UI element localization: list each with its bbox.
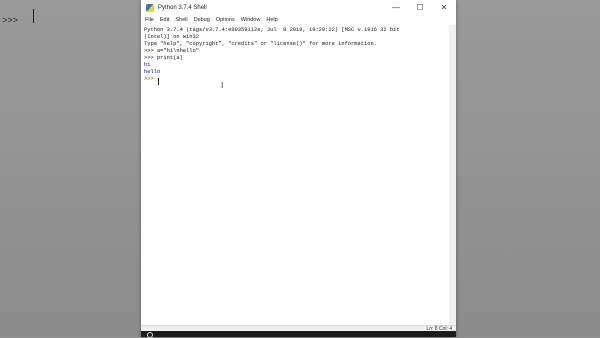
shell-line: (Intel)] on win32 <box>144 34 199 40</box>
shell-text-area[interactable]: Python 3.7.4 (tags/v3.7.4:e09359112e, Ju… <box>141 25 449 327</box>
python-app-icon <box>146 3 154 12</box>
menu-window[interactable]: Window <box>238 17 264 23</box>
menu-shell[interactable]: Shell <box>172 17 190 23</box>
background-text-cursor <box>33 9 34 23</box>
maximize-button[interactable]: ☐ <box>408 0 432 15</box>
shell-line: >>> a="hi\nhello" <box>144 48 199 54</box>
text-cursor <box>158 78 159 85</box>
python-shell-window: Python 3.7.4 Shell — ☐ ✕ File Edit Shell… <box>141 0 456 337</box>
menu-file[interactable]: File <box>141 17 157 23</box>
menu-help[interactable]: Help <box>263 17 280 23</box>
minimize-button[interactable]: — <box>384 0 408 15</box>
shell-line: >>> print(a) <box>144 55 183 61</box>
shell-line: Type "help", "copyright", "credits" or "… <box>144 41 377 47</box>
background-prompt: >>> <box>2 16 19 26</box>
shell-prompt-line: >>> <box>144 76 157 82</box>
close-button[interactable]: ✕ <box>432 0 456 15</box>
title-bar[interactable]: Python 3.7.4 Shell — ☐ ✕ <box>141 0 456 15</box>
window-title: Python 3.7.4 Shell <box>158 4 207 11</box>
shell-output-line: hello <box>144 69 161 75</box>
window-controls: — ☐ ✕ <box>384 0 456 15</box>
search-icon[interactable] <box>147 332 153 338</box>
taskbar <box>141 331 456 338</box>
shell-line: Python 3.7.4 (tags/v3.7.4:e09359112e, Ju… <box>144 27 400 33</box>
menu-debug[interactable]: Debug <box>191 17 213 23</box>
menu-options[interactable]: Options <box>213 17 238 23</box>
menu-edit[interactable]: Edit <box>157 17 172 23</box>
vertical-scrollbar[interactable] <box>449 25 456 327</box>
menu-bar: File Edit Shell Debug Options Window Hel… <box>141 15 456 25</box>
shell-output-line: hi <box>144 62 151 68</box>
ibeam-cursor-icon: I <box>221 81 224 90</box>
